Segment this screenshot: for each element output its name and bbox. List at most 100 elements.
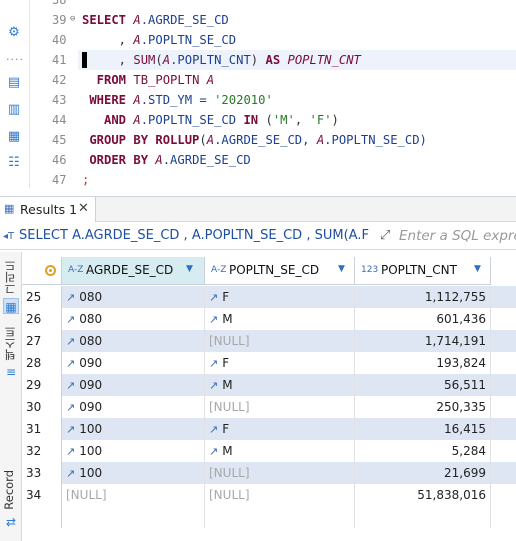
close-icon[interactable]: ✕ xyxy=(78,201,89,216)
cell-popltn-se-cd[interactable]: ↗ F xyxy=(205,286,355,308)
cell-popltn-cnt[interactable]: 1,714,191 xyxy=(355,330,491,352)
reference-link-icon[interactable]: ↗ xyxy=(66,401,75,414)
cell-popltn-se-cd[interactable]: ↗ F xyxy=(205,352,355,374)
cell-popltn-cnt[interactable]: 56,511 xyxy=(355,374,491,396)
cell-popltn-se-cd[interactable]: ↗ F xyxy=(205,418,355,440)
outline-icon[interactable]: ☷ xyxy=(7,156,21,170)
column-header-popltn-se-cd[interactable]: A-Z POPLTN_SE_CD ▼ xyxy=(205,257,355,285)
table-row[interactable]: 27 ↗ 080 [NULL] 1,714,191 xyxy=(22,330,516,352)
table-row[interactable]: 34 [NULL] [NULL] 51,838,016 xyxy=(22,484,516,506)
reference-link-icon[interactable]: ↗ xyxy=(66,291,75,304)
tab-results-1[interactable]: ▦ Results 1 ✕ xyxy=(0,197,96,222)
gear-icon[interactable]: ⚙ xyxy=(7,26,21,40)
reference-link-icon[interactable]: ↗ xyxy=(66,467,75,480)
table-row[interactable]: 28 ↗ 090 ↗ F 193,824 xyxy=(22,352,516,374)
table-row[interactable]: 25 ↗ 080 ↗ F 1,112,755 xyxy=(22,286,516,308)
cell-popltn-cnt[interactable]: 51,838,016 xyxy=(355,484,491,506)
export-icon[interactable]: ▥ xyxy=(7,103,21,117)
reference-link-icon[interactable]: ↗ xyxy=(66,313,75,326)
cell-popltn-cnt[interactable]: 601,436 xyxy=(355,308,491,330)
more-dots-icon[interactable]: ···· xyxy=(6,53,24,66)
reference-link-icon[interactable]: ↗ xyxy=(209,423,218,436)
cell-popltn-cnt[interactable]: 21,699 xyxy=(355,462,491,484)
table-row[interactable]: 30 ↗ 090 [NULL] 250,335 xyxy=(22,396,516,418)
reference-link-icon[interactable]: ↗ xyxy=(209,445,218,458)
row-number: 28 xyxy=(22,352,62,374)
cell-popltn-cnt[interactable]: 16,415 xyxy=(355,418,491,440)
cell-popltn-se-cd[interactable]: ↗ M xyxy=(205,308,355,330)
code-token: , xyxy=(294,113,310,127)
sql-filter-input[interactable]: Enter a SQL expres xyxy=(399,228,516,244)
cell-value: M xyxy=(222,312,233,326)
cell-agrde-se-cd[interactable]: ↗ 080 xyxy=(62,286,205,308)
cell-popltn-cnt[interactable]: 5,284 xyxy=(355,440,491,462)
reference-link-icon[interactable]: ↗ xyxy=(66,445,75,458)
cell-popltn-cnt[interactable]: 193,824 xyxy=(355,352,491,374)
row-number: 34 xyxy=(22,484,62,506)
sql-editor[interactable]: ⚙ ···· ▤ ▥ ▦ ☷ 38 39 40 41 42 43 44 45 46 47 ⊖ SEL… xyxy=(0,0,516,188)
code-area[interactable]: SELECT A.AGRDE_SE_CD , A.POPLTN_SE_CD , … xyxy=(78,0,516,188)
code-token: A xyxy=(155,153,163,167)
cell-popltn-se-cd[interactable]: [NULL] xyxy=(205,484,355,506)
code-line[interactable]: , SUM(A.POPLTN_CNT) AS POPLTN_CNT xyxy=(82,50,361,70)
column-header-popltn-cnt[interactable]: 123 POPLTN_CNT ▼ xyxy=(355,257,491,285)
cell-agrde-se-cd[interactable]: ↗ 090 xyxy=(62,396,205,418)
execute-script-icon[interactable]: ▤ xyxy=(7,76,21,90)
grid-view-icon[interactable]: ▦ xyxy=(3,298,19,314)
cell-popltn-se-cd[interactable]: ↗ M xyxy=(205,440,355,462)
text-view-label[interactable]: 텍스트 xyxy=(2,326,18,361)
reference-link-icon[interactable]: ↗ xyxy=(66,379,75,392)
cell-agrde-se-cd[interactable]: ↗ 100 xyxy=(62,462,205,484)
cell-popltn-se-cd[interactable]: [NULL] xyxy=(205,396,355,418)
reference-link-icon[interactable]: ↗ xyxy=(66,423,75,436)
cell-value: M xyxy=(222,444,233,458)
cell-agrde-se-cd[interactable]: ↗ 090 xyxy=(62,374,205,396)
grid-corner[interactable] xyxy=(22,257,62,285)
code-line[interactable]: AND A.POPLTN_SE_CD IN ('M', 'F') xyxy=(82,110,339,130)
expand-icon[interactable]: ⤢ xyxy=(380,228,390,243)
code-token: , xyxy=(82,33,134,47)
table-row[interactable]: 31 ↗ 100 ↗ F 16,415 xyxy=(22,418,516,440)
code-token: A xyxy=(133,33,141,47)
sort-arrow-icon[interactable]: ▼ xyxy=(338,264,345,274)
code-line[interactable]: ; xyxy=(82,170,89,190)
cell-agrde-se-cd[interactable]: ↗ 080 xyxy=(62,330,205,352)
code-line[interactable]: ORDER BY A.AGRDE_SE_CD xyxy=(82,150,250,170)
reference-link-icon[interactable]: ↗ xyxy=(209,357,218,370)
cell-popltn-se-cd[interactable]: [NULL] xyxy=(205,330,355,352)
cell-popltn-se-cd[interactable]: ↗ M xyxy=(205,374,355,396)
cell-agrde-se-cd[interactable]: ↗ 100 xyxy=(62,440,205,462)
reference-link-icon[interactable]: ↗ xyxy=(209,291,218,304)
table-row[interactable]: 32 ↗ 100 ↗ M 5,284 xyxy=(22,440,516,462)
reference-link-icon[interactable]: ↗ xyxy=(66,357,75,370)
cell-agrde-se-cd[interactable]: ↗ 090 xyxy=(62,352,205,374)
grid-view-label[interactable]: 그리드 xyxy=(2,260,18,295)
reference-link-icon[interactable]: ↗ xyxy=(209,379,218,392)
text-view-icon[interactable]: ≡ xyxy=(3,364,19,380)
code-line[interactable]: GROUP BY ROLLUP(A.AGRDE_SE_CD, A.POPLTN_… xyxy=(82,130,427,150)
cell-agrde-se-cd[interactable]: ↗ 080 xyxy=(62,308,205,330)
table-row[interactable]: 29 ↗ 090 ↗ M 56,511 xyxy=(22,374,516,396)
empty-cell xyxy=(22,506,62,528)
column-header-agrde-se-cd[interactable]: A-Z AGRDE_SE_CD ▼ xyxy=(62,257,205,285)
record-view-label[interactable]: Record xyxy=(2,470,16,510)
reference-link-icon[interactable]: ↗ xyxy=(209,313,218,326)
record-view-icon[interactable]: ⇄ xyxy=(3,514,19,530)
table-row[interactable]: 26 ↗ 080 ↗ M 601,436 xyxy=(22,308,516,330)
code-line[interactable]: , A.POPLTN_SE_CD xyxy=(82,30,236,50)
sort-arrow-icon[interactable]: ▼ xyxy=(474,264,481,274)
explain-plan-icon[interactable]: ▦ xyxy=(7,130,21,144)
cell-popltn-cnt[interactable]: 250,335 xyxy=(355,396,491,418)
code-line[interactable]: FROM TB_POPLTN A xyxy=(82,70,214,90)
cell-popltn-cnt[interactable]: 1,112,755 xyxy=(355,286,491,308)
fold-toggle-icon[interactable]: ⊖ xyxy=(70,14,75,24)
cell-popltn-se-cd[interactable]: [NULL] xyxy=(205,462,355,484)
sort-arrow-icon[interactable]: ▼ xyxy=(186,264,193,274)
cell-agrde-se-cd[interactable]: [NULL] xyxy=(62,484,205,506)
select-all-icon[interactable] xyxy=(45,265,56,276)
code-line[interactable]: SELECT A.AGRDE_SE_CD xyxy=(82,10,229,30)
reference-link-icon[interactable]: ↗ xyxy=(66,335,75,348)
code-line[interactable]: WHERE A.STD_YM = '202010' xyxy=(82,90,272,110)
table-row[interactable]: 33 ↗ 100 [NULL] 21,699 xyxy=(22,462,516,484)
cell-agrde-se-cd[interactable]: ↗ 100 xyxy=(62,418,205,440)
